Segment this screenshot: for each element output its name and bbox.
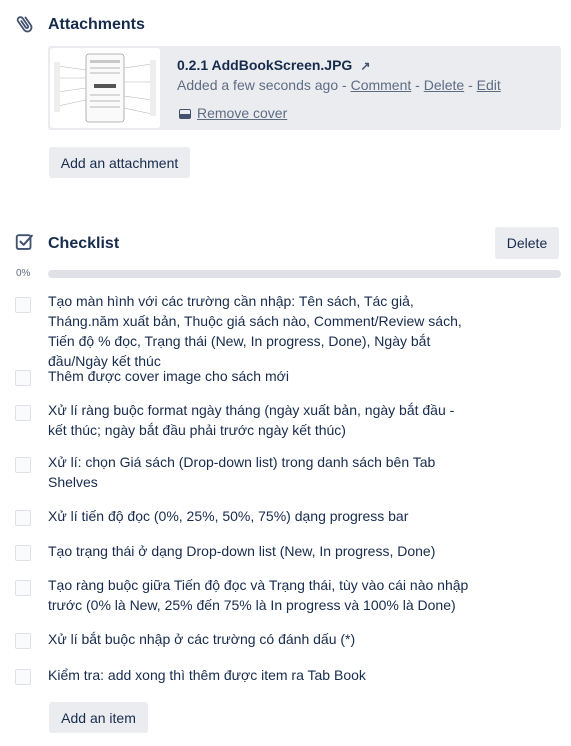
checklist-checkbox[interactable] — [15, 580, 31, 596]
delete-checklist-button[interactable]: Delete — [495, 227, 559, 259]
comment-link[interactable]: Comment — [351, 77, 412, 93]
checklist-item-text[interactable]: Tạo ràng buộc giữa Tiến độ đọc và Trạng … — [48, 575, 473, 615]
attachments-title: Attachments — [48, 16, 145, 33]
checklist-item-text[interactable]: Thêm được cover image cho sách mới — [48, 366, 488, 386]
checklist-item-text[interactable]: Xử lí ràng buộc format ngày tháng (ngày … — [48, 400, 468, 440]
checklist-checkbox[interactable] — [15, 370, 31, 386]
checklist-checkbox[interactable] — [15, 510, 31, 526]
separator: - — [411, 77, 424, 93]
separator: - — [338, 77, 351, 93]
progress-percent: 0% — [16, 268, 31, 279]
checklist-item-text[interactable]: Xử lí: chọn Giá sách (Drop-down list) tr… — [48, 452, 443, 492]
attachment-filename[interactable]: 0.2.1 AddBookScreen.JPG — [177, 57, 352, 73]
card-cover-icon — [179, 109, 191, 119]
delete-attachment-link[interactable]: Delete — [424, 77, 464, 93]
checkbox-icon — [15, 234, 33, 250]
add-attachment-button[interactable]: Add an attachment — [49, 147, 190, 178]
paperclip-icon — [16, 16, 33, 33]
remove-cover-link[interactable]: Remove cover — [197, 105, 287, 121]
checklist-item-text[interactable]: Tạo màn hình với các trường cần nhập: Tê… — [48, 291, 488, 371]
attachment-meta: Added a few seconds ago - Comment - Dele… — [177, 77, 501, 93]
checklist-title: Checklist — [48, 235, 120, 252]
progress-bar — [48, 270, 561, 278]
checklist-checkbox[interactable] — [15, 669, 31, 685]
add-item-button[interactable]: Add an item — [49, 702, 148, 733]
attachment-item[interactable]: 0.2.1 AddBookScreen.JPG ↗ Added a few sec… — [48, 46, 561, 130]
external-link-icon[interactable]: ↗ — [360, 59, 370, 73]
checklist-checkbox[interactable] — [15, 405, 31, 421]
checklist-item-text[interactable]: Xử lí bắt buộc nhập ở các trường có đánh… — [48, 629, 488, 649]
checklist-checkbox[interactable] — [15, 297, 31, 313]
checklist-checkbox[interactable] — [15, 457, 31, 473]
remove-cover-action[interactable]: Remove cover — [179, 105, 287, 121]
attachment-name[interactable]: 0.2.1 AddBookScreen.JPG ↗ — [177, 57, 370, 73]
checklist-item-text[interactable]: Tạo trạng thái ở dạng Drop-down list (Ne… — [48, 541, 488, 561]
checklist-checkbox[interactable] — [15, 545, 31, 561]
attachment-thumbnail[interactable] — [50, 48, 160, 128]
checklist-item-text[interactable]: Kiểm tra: add xong thì thêm được item ra… — [48, 665, 488, 685]
edit-attachment-link[interactable]: Edit — [477, 77, 501, 93]
attachment-added-time: Added a few seconds ago — [177, 77, 339, 93]
checklist-item-text[interactable]: Xử lí tiến độ đọc (0%, 25%, 50%, 75%) dạ… — [48, 506, 488, 526]
thumbnail-image — [50, 48, 160, 128]
checklist-checkbox[interactable] — [15, 633, 31, 649]
separator: - — [464, 77, 477, 93]
